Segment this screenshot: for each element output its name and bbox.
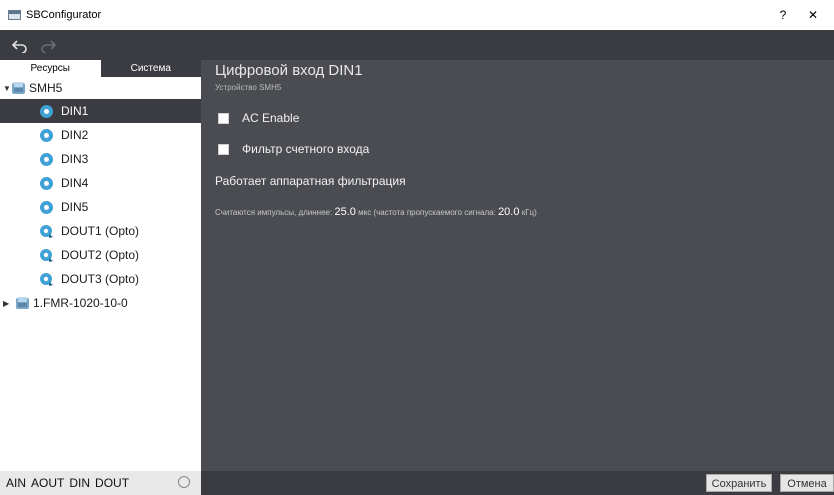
tree-item-label: DOUT2 (Opto) [61,248,140,262]
filter-din[interactable]: DIN [69,476,90,490]
filter-radio-button[interactable] [178,476,190,488]
digital-output-icon [40,248,53,262]
help-button[interactable]: ? [768,8,798,22]
filter-status-text: Работает аппаратная фильтрация [215,174,406,188]
undo-icon[interactable] [8,33,32,57]
counter-filter-label: Фильтр счетного входа [242,142,370,156]
tree-node-label: 1.FMR-1020-10-0 [33,296,128,310]
digital-input-icon [40,128,53,142]
main-panel: Цифровой вход DIN1 Устройство SMH5 AC En… [201,60,834,471]
tree-item-dout3[interactable]: DOUT3 (Opto) [0,267,201,291]
sidebar: Ресурсы Система ▼ SMH5 DIN1 DIN2 DIN3 DI… [0,60,201,471]
tree-item-label: DIN2 [61,128,89,142]
filter-dout[interactable]: DOUT [95,476,129,490]
tree-item-din1[interactable]: DIN1 [0,99,201,123]
tree-node-fmr[interactable]: ▶ 1.FMR-1020-10-0 [0,291,201,315]
toolbar [0,30,834,60]
filter-ain[interactable]: AIN [6,476,26,490]
expand-arrow-icon[interactable]: ▼ [3,84,11,93]
resource-tree: ▼ SMH5 DIN1 DIN2 DIN3 DIN4 DIN5 DOUT1 (O… [0,77,201,315]
io-filter-bar: AIN AOUT DIN DOUT [0,471,201,495]
counter-filter-row[interactable]: Фильтр счетного входа [218,142,369,156]
counter-filter-checkbox[interactable] [218,143,229,155]
app-icon [8,10,21,20]
window-title: SBConfigurator [26,9,102,21]
tree-item-label: DIN5 [61,200,89,214]
digital-output-icon [40,224,53,238]
tree-item-din3[interactable]: DIN3 [0,147,201,171]
digital-input-icon [40,200,53,214]
device-icon [12,82,25,94]
tree-item-label: DIN3 [61,152,89,166]
tree-node-label: SMH5 [29,81,63,95]
collapse-arrow-icon[interactable]: ▶ [3,299,11,308]
ac-enable-row[interactable]: AC Enable [218,111,299,125]
tree-item-label: DOUT1 (Opto) [61,224,140,238]
save-button[interactable]: Сохранить [706,474,772,492]
page-title: Цифровой вход DIN1 [215,62,363,79]
cancel-button[interactable]: Отмена [780,474,834,492]
pulse-info: Считаются импульсы, длиннее: 25.0 мкс (ч… [215,206,537,218]
ac-enable-checkbox[interactable] [218,112,229,124]
tree-item-din2[interactable]: DIN2 [0,123,201,147]
pulse-info-prefix: Считаются импульсы, длиннее: [215,208,333,217]
tree-item-dout1[interactable]: DOUT1 (Opto) [0,219,201,243]
tree-node-smh5[interactable]: ▼ SMH5 [0,77,201,99]
digital-input-icon [40,104,53,118]
digital-input-icon [40,152,53,166]
tree-item-label: DIN1 [61,104,89,118]
ac-enable-label: AC Enable [242,111,300,125]
tree-item-din4[interactable]: DIN4 [0,171,201,195]
tree-item-din5[interactable]: DIN5 [0,195,201,219]
close-button[interactable]: ✕ [798,8,828,22]
sidebar-tabs: Ресурсы Система [0,60,201,77]
window-titlebar: SBConfigurator ? ✕ [0,0,834,30]
digital-output-icon [40,272,53,286]
device-icon [16,297,29,309]
pulse-freq-value: 20.0 [498,206,520,218]
tree-item-dout2[interactable]: DOUT2 (Opto) [0,243,201,267]
filter-aout[interactable]: AOUT [31,476,64,490]
tab-system[interactable]: Система [101,60,202,77]
pulse-freq-unit: кГц) [521,208,537,217]
tree-item-label: DIN4 [61,176,89,190]
pulse-duration-value: 25.0 [334,206,356,218]
tree-item-label: DOUT3 (Opto) [61,272,140,286]
redo-icon[interactable] [36,33,60,57]
pulse-freq-prefix: (частота пропускаемого сигнала: [373,208,496,217]
digital-input-icon [40,176,53,190]
pulse-duration-unit: мкс [358,208,372,217]
tab-resources[interactable]: Ресурсы [0,60,101,77]
bottom-bar: AIN AOUT DIN DOUT Сохранить Отмена [0,471,834,495]
page-subtitle: Устройство SMH5 [215,83,282,92]
